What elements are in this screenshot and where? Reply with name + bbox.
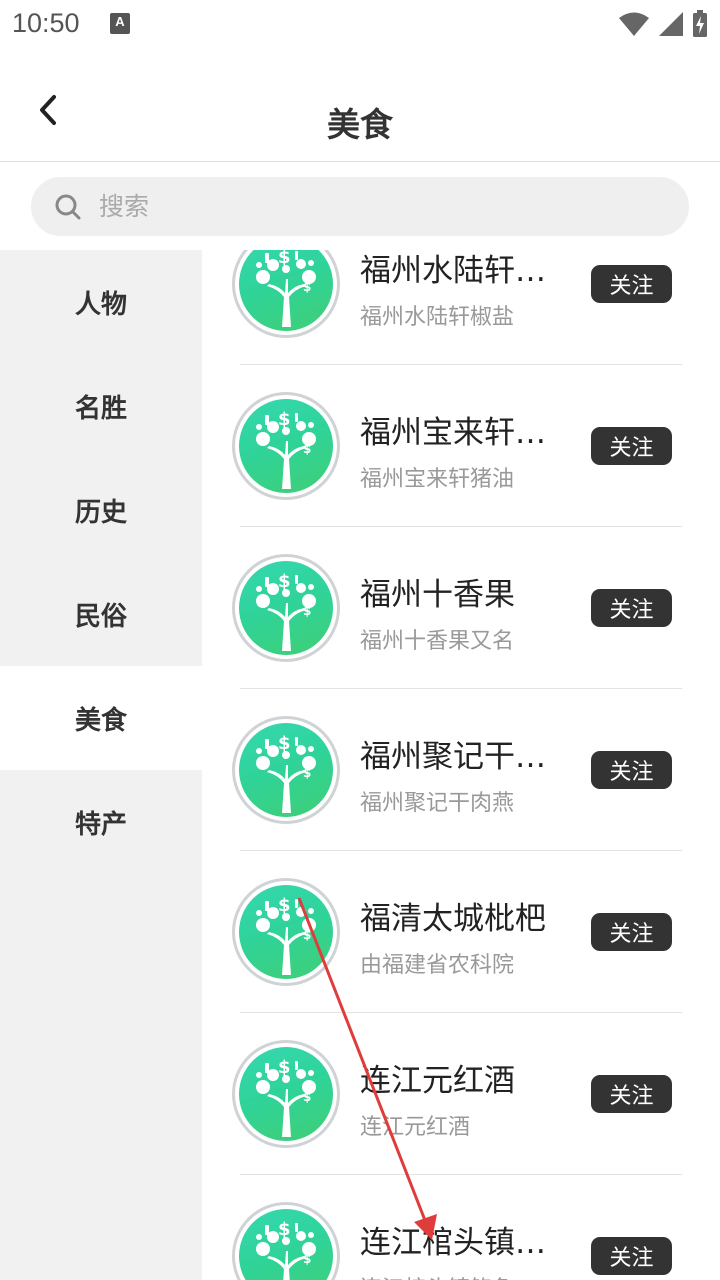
svg-text:$: $ xyxy=(303,1252,311,1266)
item-title: 福清太城枇杷 xyxy=(360,901,546,937)
page-title: 美食 xyxy=(327,105,393,144)
item-subtitle: 连江元红酒 xyxy=(360,1115,471,1140)
svg-text:$: $ xyxy=(278,409,291,430)
search-icon xyxy=(53,192,83,222)
search-input[interactable] xyxy=(99,192,639,221)
follow-button[interactable]: 关注 xyxy=(591,751,672,789)
sidebar-item-specialties[interactable]: 特产 xyxy=(0,770,202,874)
money-tree-icon: $ $ xyxy=(256,571,316,651)
sidebar-item-history[interactable]: 历史 xyxy=(0,458,202,562)
money-tree-icon: $ $ xyxy=(256,733,316,813)
search-area xyxy=(0,162,720,250)
svg-text:$: $ xyxy=(278,571,291,592)
svg-text:$: $ xyxy=(303,766,311,780)
item-subtitle: 福州聚记干肉燕 xyxy=(360,791,515,816)
item-subtitle: 连江棺头镇鲍鱼 xyxy=(360,1271,540,1280)
list-item[interactable]: $ $ 福清太城枇杷 由福建省农科院 关注 xyxy=(202,851,720,1013)
status-bar: 10:50 A xyxy=(0,0,720,50)
follow-button[interactable]: 关注 xyxy=(591,1237,672,1275)
list-item[interactable]: $ $ 福州十香果 福州十香果又名 关注 xyxy=(202,527,720,689)
avatar: $ $ xyxy=(232,554,340,662)
svg-text:$: $ xyxy=(278,895,291,916)
list-item[interactable]: $ $ 连江棺头镇鲍鱼 连江棺头镇鲍鱼 关注 xyxy=(202,1175,720,1280)
status-time: 10:50 xyxy=(12,8,80,38)
search-box[interactable] xyxy=(31,177,689,236)
svg-text:$: $ xyxy=(303,928,311,942)
follow-button[interactable]: 关注 xyxy=(591,589,672,627)
avatar: $ $ xyxy=(232,716,340,824)
app-header: 美食 xyxy=(0,50,720,162)
food-list[interactable]: $ $ 福州水陆轩椒盐 福州水陆轩椒盐 关注 $ $ 福州宝来轩猪油 福州宝来轩… xyxy=(202,250,720,1280)
avatar: $ $ xyxy=(232,250,340,338)
item-subtitle: 福州宝来轩猪油 xyxy=(360,467,515,492)
svg-text:$: $ xyxy=(278,1057,291,1078)
follow-button[interactable]: 关注 xyxy=(591,1075,672,1113)
item-title: 连江元红酒 xyxy=(360,1063,515,1099)
item-title: 福州聚记干肉燕 xyxy=(360,739,560,775)
avatar: $ $ xyxy=(232,1040,340,1148)
svg-text:$: $ xyxy=(303,442,311,456)
follow-button[interactable]: 关注 xyxy=(591,913,672,951)
sidebar-item-food[interactable]: 美食 xyxy=(0,666,202,770)
battery-charging-icon xyxy=(693,10,707,37)
status-icons xyxy=(618,10,708,38)
svg-text:$: $ xyxy=(278,1219,291,1240)
category-sidebar: 人物 名胜 历史 民俗 美食 特产 xyxy=(0,250,202,1280)
money-tree-icon: $ $ xyxy=(256,1057,316,1137)
sidebar-item-people[interactable]: 人物 xyxy=(0,250,202,354)
item-subtitle: 福州十香果又名 xyxy=(360,629,515,654)
svg-text:$: $ xyxy=(303,280,311,294)
item-title: 福州十香果 xyxy=(360,577,515,613)
list-item[interactable]: $ $ 福州水陆轩椒盐 福州水陆轩椒盐 关注 xyxy=(202,250,720,365)
avatar: $ $ xyxy=(232,1202,340,1280)
svg-text:$: $ xyxy=(278,733,291,754)
sidebar-item-folk-customs[interactable]: 民俗 xyxy=(0,562,202,666)
notification-icon: A xyxy=(110,13,130,34)
wifi-icon xyxy=(619,12,649,36)
money-tree-icon: $ $ xyxy=(256,250,316,327)
svg-text:$: $ xyxy=(278,250,291,268)
signal-icon xyxy=(659,12,683,36)
follow-button[interactable]: 关注 xyxy=(591,427,672,465)
avatar: $ $ xyxy=(232,392,340,500)
item-title: 连江棺头镇鲍鱼 xyxy=(360,1225,560,1261)
item-subtitle: 由福建省农科院 xyxy=(360,953,515,978)
item-title: 福州水陆轩椒盐 xyxy=(360,253,560,289)
sidebar-item-scenic-spots[interactable]: 名胜 xyxy=(0,354,202,458)
list-item[interactable]: $ $ 福州宝来轩猪油 福州宝来轩猪油 关注 xyxy=(202,365,720,527)
item-title: 福州宝来轩猪油 xyxy=(360,415,560,451)
svg-text:$: $ xyxy=(303,604,311,618)
follow-button[interactable]: 关注 xyxy=(591,265,672,303)
money-tree-icon: $ $ xyxy=(256,1219,316,1280)
money-tree-icon: $ $ xyxy=(256,409,316,489)
list-item[interactable]: $ $ 连江元红酒 连江元红酒 关注 xyxy=(202,1013,720,1175)
list-item[interactable]: $ $ 福州聚记干肉燕 福州聚记干肉燕 关注 xyxy=(202,689,720,851)
svg-text:$: $ xyxy=(303,1090,311,1104)
money-tree-icon: $ $ xyxy=(256,895,316,975)
avatar: $ $ xyxy=(232,878,340,986)
item-subtitle: 福州水陆轩椒盐 xyxy=(360,305,515,330)
